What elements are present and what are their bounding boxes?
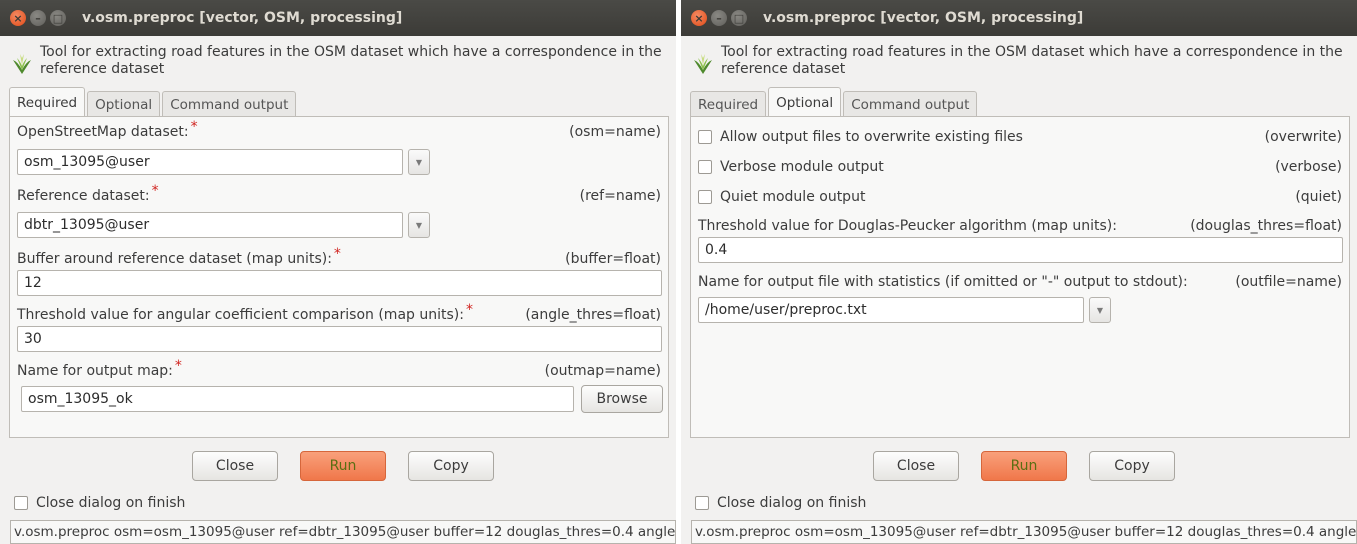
grass-logo-icon [694, 54, 712, 74]
chevron-down-icon[interactable]: ▼ [408, 212, 430, 238]
window-title: v.osm.preproc [vector, OSM, processing] [82, 10, 403, 26]
titlebar[interactable]: × – □ v.osm.preproc [vector, OSM, proces… [0, 0, 676, 36]
close-on-finish-checkbox[interactable] [14, 496, 28, 510]
optional-panel: Allow output files to overwrite existing… [690, 116, 1350, 438]
ref-param: (ref=name) [579, 188, 661, 204]
output-file-input[interactable]: /home/user/preproc.txt [698, 297, 1084, 323]
window-title: v.osm.preproc [vector, OSM, processing] [763, 10, 1084, 26]
overwrite-param: (overwrite) [1264, 129, 1342, 145]
maximize-icon[interactable]: □ [731, 10, 747, 26]
osm-dataset-input[interactable]: osm_13095@user [17, 149, 403, 175]
angle-label: Threshold value for angular coefficient … [17, 307, 464, 323]
quiet-param: (quiet) [1295, 189, 1342, 205]
browse-button[interactable]: Browse [581, 385, 663, 413]
verbose-checkbox[interactable] [698, 160, 712, 174]
minimize-icon[interactable]: – [30, 10, 46, 26]
tab-command-output[interactable]: Command output [162, 91, 297, 117]
close-icon[interactable]: × [691, 10, 707, 26]
buffer-input[interactable]: 12 [17, 270, 662, 296]
overwrite-label: Allow output files to overwrite existing… [720, 129, 1023, 145]
required-marker: * [333, 246, 341, 262]
tab-required[interactable]: Required [9, 87, 86, 117]
module-description: Tool for extracting road features in the… [721, 44, 1343, 77]
dialog-window-optional: × – □ v.osm.preproc [vector, OSM, proces… [681, 0, 1357, 544]
tab-bar: Required Optional Command output [9, 87, 298, 117]
close-icon[interactable]: × [10, 10, 26, 26]
close-on-finish-row[interactable]: Close dialog on finish [695, 495, 866, 511]
copy-button[interactable]: Copy [1089, 451, 1175, 481]
tab-optional[interactable]: Optional [87, 91, 161, 117]
angle-param: (angle_thres=float) [525, 307, 661, 323]
quiet-checkbox[interactable] [698, 190, 712, 204]
verbose-label: Verbose module output [720, 159, 884, 175]
verbose-row[interactable]: Verbose module output (verbose) [698, 159, 1342, 175]
close-on-finish-label: Close dialog on finish [717, 495, 867, 511]
osm-label: OpenStreetMap dataset: [17, 124, 189, 140]
tab-optional[interactable]: Optional [768, 87, 842, 117]
required-marker: * [174, 358, 182, 374]
buffer-label-row: Buffer around reference dataset (map uni… [17, 246, 661, 267]
buffer-label: Buffer around reference dataset (map uni… [17, 251, 332, 267]
outmap-label: Name for output map: [17, 363, 173, 379]
chevron-down-icon[interactable]: ▼ [408, 149, 430, 175]
outfile-param: (outfile=name) [1235, 274, 1342, 290]
grass-logo-icon [13, 54, 31, 74]
close-on-finish-row[interactable]: Close dialog on finish [14, 495, 185, 511]
required-marker: * [465, 302, 473, 318]
outfile-label: Name for output file with statistics (if… [698, 274, 1188, 290]
ref-label: Reference dataset: [17, 188, 150, 204]
osm-label-row: OpenStreetMap dataset: * (osm=name) [17, 119, 661, 140]
required-panel: OpenStreetMap dataset: * (osm=name) osm_1… [9, 116, 669, 438]
module-header: Tool for extracting road features in the… [681, 36, 1357, 82]
maximize-icon[interactable]: □ [50, 10, 66, 26]
module-header: Tool for extracting road features in the… [0, 36, 676, 82]
run-button[interactable]: Run [300, 451, 386, 481]
douglas-threshold-input[interactable]: 0.4 [698, 237, 1343, 263]
close-on-finish-checkbox[interactable] [695, 496, 709, 510]
output-map-input[interactable]: osm_13095_ok [21, 386, 574, 412]
run-button[interactable]: Run [981, 451, 1067, 481]
dialog-window-required: × – □ v.osm.preproc [vector, OSM, proces… [0, 0, 676, 544]
minimize-icon[interactable]: – [711, 10, 727, 26]
close-button[interactable]: Close [873, 451, 959, 481]
command-statusbar: v.osm.preproc osm=osm_13095@user ref=dbt… [10, 520, 676, 544]
overwrite-checkbox[interactable] [698, 130, 712, 144]
angle-threshold-input[interactable]: 30 [17, 326, 662, 352]
outmap-label-row: Name for output map: * (outmap=name) [17, 358, 661, 379]
douglas-param: (douglas_thres=float) [1190, 218, 1342, 234]
buffer-param: (buffer=float) [565, 251, 661, 267]
tab-command-output[interactable]: Command output [843, 91, 978, 117]
reference-dataset-input[interactable]: dbtr_13095@user [17, 212, 403, 238]
overwrite-row[interactable]: Allow output files to overwrite existing… [698, 129, 1342, 145]
douglas-label-row: Threshold value for Douglas-Peucker algo… [698, 218, 1342, 234]
outmap-param: (outmap=name) [544, 363, 661, 379]
titlebar[interactable]: × – □ v.osm.preproc [vector, OSM, proces… [681, 0, 1357, 36]
outfile-label-row: Name for output file with statistics (if… [698, 274, 1342, 290]
chevron-down-icon[interactable]: ▼ [1089, 297, 1111, 323]
quiet-row[interactable]: Quiet module output (quiet) [698, 189, 1342, 205]
quiet-label: Quiet module output [720, 189, 866, 205]
verbose-param: (verbose) [1275, 159, 1342, 175]
close-button[interactable]: Close [192, 451, 278, 481]
copy-button[interactable]: Copy [408, 451, 494, 481]
douglas-label: Threshold value for Douglas-Peucker algo… [698, 218, 1117, 234]
required-marker: * [190, 119, 198, 135]
module-description: Tool for extracting road features in the… [40, 44, 662, 77]
ref-label-row: Reference dataset: * (ref=name) [17, 183, 661, 204]
command-statusbar: v.osm.preproc osm=osm_13095@user ref=dbt… [691, 520, 1357, 544]
close-on-finish-label: Close dialog on finish [36, 495, 186, 511]
tab-bar: Required Optional Command output [690, 87, 979, 117]
tab-required[interactable]: Required [690, 91, 767, 117]
required-marker: * [151, 183, 159, 199]
angle-label-row: Threshold value for angular coefficient … [17, 302, 661, 323]
osm-param: (osm=name) [569, 124, 661, 140]
